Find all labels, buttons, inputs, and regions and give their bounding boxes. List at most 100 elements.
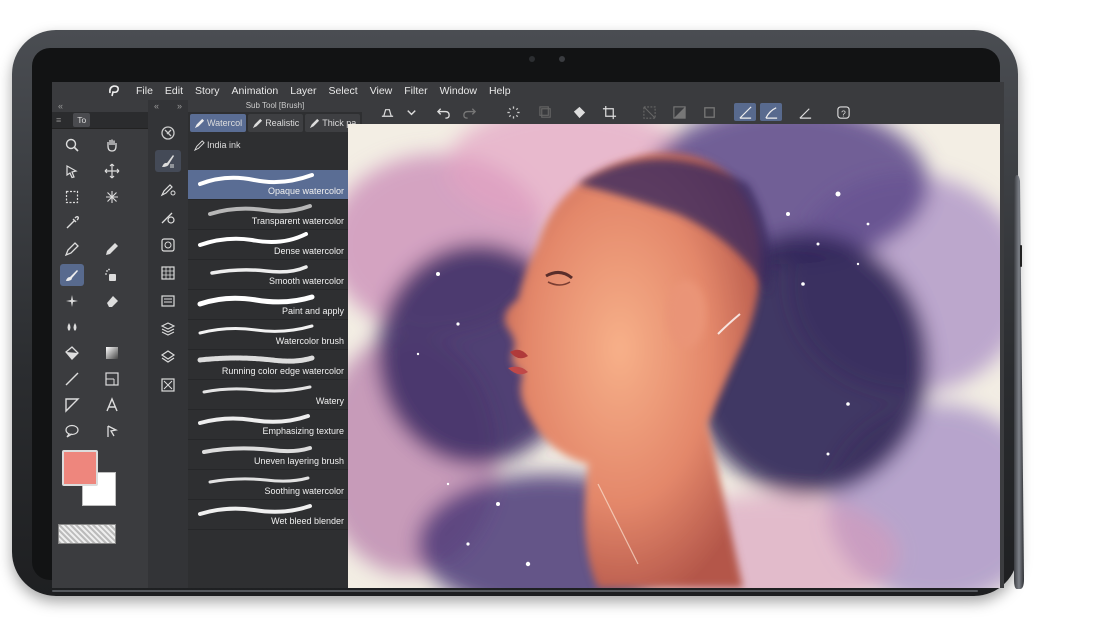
drawing-canvas[interactable] [348,124,1004,588]
loading-spinner-icon[interactable] [502,103,524,121]
tool-tab[interactable]: To [73,113,91,127]
brush-texture-icon[interactable] [155,178,181,200]
close-circle-icon[interactable] [155,122,181,144]
list-item[interactable]: Emphasizing texture [188,410,362,440]
tablet-edge [52,590,978,592]
color-set-icon[interactable] [155,262,181,284]
list-item[interactable]: Dense watercolor [188,230,362,260]
brush-tool-icon[interactable] [60,264,84,286]
operation-tool-icon[interactable] [60,160,84,182]
menu-select[interactable]: Select [323,85,364,97]
menu-story[interactable]: Story [189,85,226,97]
list-item[interactable]: Soothing watercolor [188,470,362,500]
clear-selection-icon[interactable] [638,103,660,121]
menu-filter[interactable]: Filter [398,85,433,97]
collapse-left-icon[interactable]: « [58,101,63,111]
menu-help[interactable]: Help [483,85,517,97]
menu-animation[interactable]: Animation [226,85,285,97]
sub-tool-title: Sub Tool [Brush] [188,100,362,112]
brush-tab-icon [310,118,320,128]
stylus-pen [1014,175,1024,589]
list-item[interactable]: Uneven layering brush [188,440,362,470]
list-item[interactable]: Opaque watercolor [188,170,362,200]
redo-icon[interactable] [458,103,480,121]
brush-name: Dense watercolor [273,246,344,256]
list-item[interactable]: Wet bleed blender [188,500,362,530]
figure-tool-icon[interactable] [60,368,84,390]
main-color-swatch[interactable] [62,450,98,486]
move-tool-icon[interactable] [100,160,124,182]
snap-to-special-ruler-icon[interactable] [760,103,782,121]
correct-line-tool-icon[interactable] [100,420,124,442]
transparent-color-swatch[interactable] [58,524,116,544]
app-logo-icon[interactable] [106,83,122,99]
navigator-icon[interactable] [155,234,181,256]
decoration-tool-icon[interactable] [60,290,84,312]
hide-ui-icon[interactable] [376,103,398,121]
snap-to-ruler-icon[interactable] [734,103,756,121]
layer-property-icon[interactable] [155,374,181,396]
tab-india-ink[interactable]: India ink [190,136,245,154]
menu-window[interactable]: Window [434,85,483,97]
fill-command-icon[interactable] [568,103,590,121]
tool-panel: « ≡ To [52,100,149,588]
gradient-tool-icon[interactable] [100,342,124,364]
chevron-down-icon[interactable] [400,103,422,121]
tab-realistic[interactable]: Realistic [248,114,304,132]
frame-tool-icon[interactable] [100,368,124,390]
menu-edit[interactable]: Edit [159,85,189,97]
fill-tool-icon[interactable] [60,342,84,364]
snap-to-grid-icon[interactable] [794,103,816,121]
balloon-tool-icon[interactable] [60,420,84,442]
list-item[interactable]: Paint and apply [188,290,362,320]
brush-name: Watercolor brush [275,336,344,346]
auto-select-icon[interactable] [100,186,124,208]
zoom-tool-icon[interactable] [60,134,84,156]
list-item[interactable]: Watery [188,380,362,410]
timeline-icon[interactable] [155,290,181,312]
collapse-left-icon[interactable]: « [154,101,159,111]
help-icon[interactable]: ? [832,103,854,121]
pen-tool-icon[interactable] [60,238,84,260]
pencil-tool-icon[interactable] [100,238,124,260]
command-bar: ? [362,100,1004,125]
brush-name: Smooth watercolor [268,276,344,286]
brush-name: Soothing watercolor [264,486,344,496]
tab-india-ink-label: India ink [207,140,241,150]
collapse-right-icon[interactable]: » [177,101,182,111]
list-item[interactable]: Watercolor brush [188,320,362,350]
undo-icon[interactable] [432,103,454,121]
selection-border-icon[interactable] [698,103,720,121]
list-item[interactable]: Transparent watercolor [188,200,362,230]
canvas-scrollbar[interactable] [1000,124,1004,588]
text-tool-icon[interactable] [100,394,124,416]
brush-name: Wet bleed blender [271,516,344,526]
blend-tool-icon[interactable] [60,316,84,338]
tab-watercolor[interactable]: Watercol [190,114,247,132]
list-item[interactable]: Running color edge watercolor [188,350,362,380]
list-item[interactable]: Smooth watercolor [188,260,362,290]
brush-shape-icon[interactable] [155,206,181,228]
menu-layer[interactable]: Layer [284,85,322,97]
brush-tab-icon [194,118,205,128]
menu-view[interactable]: View [364,85,399,97]
material-icon[interactable] [155,318,181,340]
ruler-tool-icon[interactable] [60,394,84,416]
brush-name: Running color edge watercolor [221,366,344,376]
hand-tool-icon[interactable] [100,134,124,156]
menu-file[interactable]: File [130,85,159,97]
selection-tool-icon[interactable] [60,186,84,208]
brush-name: Emphasizing texture [262,426,344,436]
airbrush-tool-icon[interactable] [100,264,124,286]
eraser-tool-icon[interactable] [100,290,124,312]
crop-icon[interactable] [598,103,620,121]
menu-lines-icon[interactable]: ≡ [56,115,61,125]
brush-settings-icon[interactable] [155,150,181,172]
copy-icon[interactable] [534,103,556,121]
layer-icon[interactable] [155,346,181,368]
sub-tool-strip: « » [148,100,189,588]
invert-selection-icon[interactable] [668,103,690,121]
stroke-preview-icon [202,385,312,394]
color-swatches [62,450,122,520]
eyedropper-icon[interactable] [60,212,84,234]
